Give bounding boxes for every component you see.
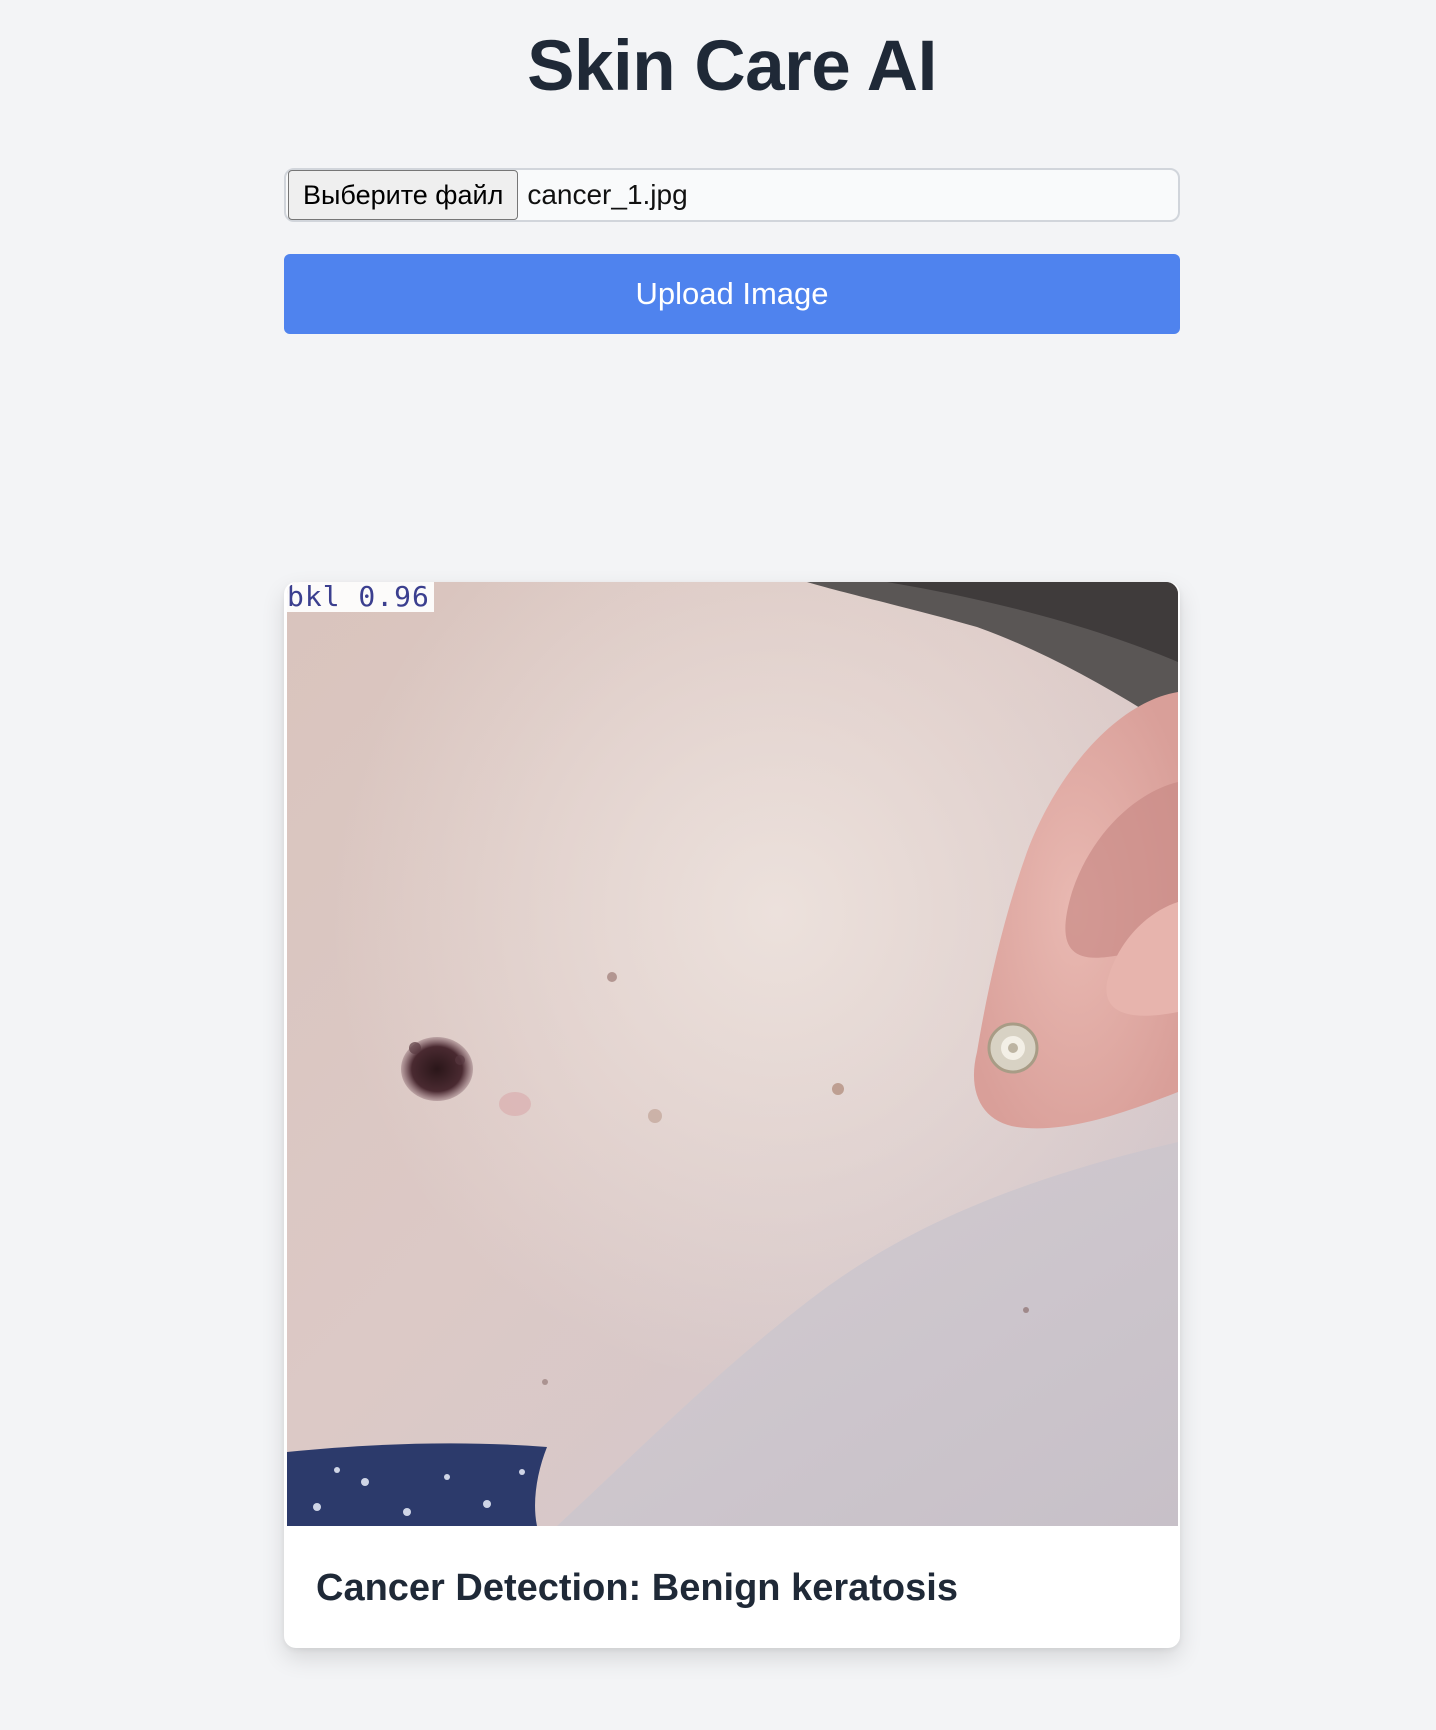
main-container: Skin Care AI Выберите файл cancer_1.jpg … xyxy=(284,0,1180,1648)
result-caption: Cancer Detection: Benign keratosis xyxy=(316,1567,958,1609)
choose-file-button[interactable]: Выберите файл xyxy=(288,170,519,220)
result-photo: bkl 0.96 xyxy=(287,582,1178,1526)
result-card: bkl 0.96 Cancer Detection: Benign kerato… xyxy=(284,582,1180,1648)
page-title: Skin Care AI xyxy=(527,27,937,106)
upload-image-button[interactable]: Upload Image xyxy=(284,254,1180,334)
skin-photo-illustration xyxy=(287,582,1178,1526)
file-input[interactable]: Выберите файл cancer_1.jpg xyxy=(284,168,1180,222)
detection-label: bkl 0.96 xyxy=(287,582,434,612)
selected-file-name: cancer_1.jpg xyxy=(527,179,688,210)
